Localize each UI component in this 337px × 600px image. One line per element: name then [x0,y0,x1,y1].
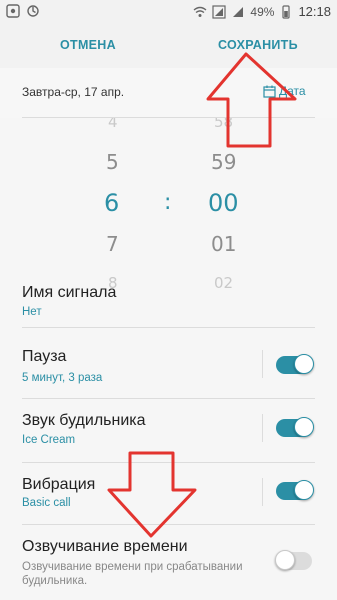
status-right-icons: 49% 12:18 [193,4,331,19]
voice-time-title: Озвучивание времени [22,538,188,555]
vibration-value: Basic call [22,497,71,509]
vibration-title: Вибрация [22,476,96,493]
signal-bars-icon [233,6,244,17]
minute-option[interactable]: 01 [211,232,236,256]
date-picker-button[interactable]: Дата [263,84,306,98]
alarm-name-item[interactable]: Имя сигнала Нет [0,282,337,326]
alarm-sound-title: Звук будильника [22,412,146,429]
voice-time-toggle[interactable] [275,550,312,570]
snooze-value: 5 минут, 3 раза [22,372,103,384]
alarm-sound-toggle[interactable] [276,417,314,437]
sync-icon [27,5,39,17]
date-row: Завтра-ср, 17 апр. Дата [0,68,337,118]
divider [22,327,315,328]
hour-selected[interactable]: 6 [104,189,119,217]
alarm-sound-item[interactable]: Звук будильника Ice Cream [0,404,337,460]
calendar-icon [263,85,276,98]
time-picker[interactable]: 4 5 6 7 8 : 58 59 00 01 02 [0,118,337,288]
action-bar: ОТМЕНА СОХРАНИТЬ [0,24,337,69]
battery-icon [282,4,291,19]
date-link-label: Дата [279,84,306,98]
battery-percent: 49% [250,4,275,19]
voice-time-description: Озвучивание времени при срабатывании буд… [22,561,243,587]
alarm-name-value: Нет [22,306,42,318]
snooze-title: Пауза [22,348,67,365]
signal-icon [212,4,227,19]
divider [22,398,315,399]
snooze-toggle[interactable] [276,354,314,374]
cancel-button[interactable]: ОТМЕНА [60,38,116,52]
vertical-separator [262,478,263,506]
minute-option[interactable]: 59 [211,150,236,174]
minute-option[interactable]: 58 [214,118,233,131]
status-left-icons [6,4,40,18]
divider [22,524,315,525]
save-button[interactable]: СОХРАНИТЬ [218,38,298,52]
status-time: 12:18 [298,4,331,19]
notification-icon [6,4,20,18]
hour-option[interactable]: 7 [106,232,119,256]
wifi-icon [193,6,207,17]
alarm-date: Завтра-ср, 17 апр. [22,85,125,99]
voice-time-item[interactable]: Озвучивание времени Озвучивание времени … [0,530,337,600]
divider [22,462,315,463]
snooze-item[interactable]: Пауза 5 минут, 3 раза [0,340,337,396]
alarm-name-title: Имя сигнала [22,284,117,301]
vertical-separator [262,414,263,442]
minute-selected[interactable]: 00 [208,189,239,217]
hour-option[interactable]: 4 [108,118,118,131]
alarm-sound-value: Ice Cream [22,434,76,446]
hour-option[interactable]: 5 [106,150,119,174]
vibration-item[interactable]: Вибрация Basic call [0,468,337,524]
status-bar: 49% 12:18 [0,0,337,24]
vertical-separator [262,350,263,378]
vibration-toggle[interactable] [276,480,314,500]
time-separator: : [164,190,172,215]
